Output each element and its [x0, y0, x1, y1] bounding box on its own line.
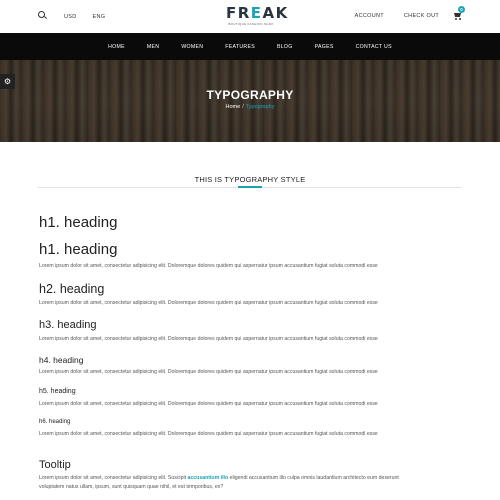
heading-h1: h1. heading: [39, 241, 118, 258]
nav-contact-us[interactable]: CONTACT US: [356, 44, 392, 50]
nav-men[interactable]: MEN: [147, 44, 159, 50]
currency-selector[interactable]: USD: [64, 14, 77, 20]
nav-home[interactable]: HOME: [108, 44, 125, 50]
heading-tooltip: Tooltip: [39, 459, 71, 471]
heading-h3: h3. heading: [39, 319, 97, 331]
paragraph: Lorem ipsum dolor sit amet, consectetur …: [39, 263, 378, 269]
heading-h5: h5. heading: [39, 388, 76, 395]
logo[interactable]: FREAK BOUTIQUE FASHION SHOP: [226, 6, 287, 27]
heading-h2: h2. heading: [39, 282, 105, 296]
gear-icon: ⚙: [3, 77, 12, 86]
main-nav: HOME MEN WOMEN FEATURES BLOG PAGES CONTA…: [0, 33, 500, 60]
top-bar: USD ENG FREAK BOUTIQUE FASHION SHOP ACCO…: [0, 0, 500, 33]
paragraph: Lorem ipsum dolor sit amet, consectetur …: [39, 401, 378, 407]
heading-h4: h4. heading: [39, 355, 84, 365]
nav-features[interactable]: FEATURES: [225, 44, 255, 50]
paragraph: Lorem ipsum dolor sit amet, consectetur …: [39, 431, 378, 437]
paragraph: Lorem ipsum dolor sit amet, consectetur …: [39, 336, 378, 342]
heading-h1: h1. heading: [39, 214, 118, 231]
settings-toggle[interactable]: ⚙: [0, 74, 15, 89]
breadcrumb-home[interactable]: Home: [226, 104, 241, 110]
tooltip-paragraph-line2: voluptatem natus ullam, ipsum, sunt quis…: [39, 484, 224, 490]
page-banner: TYPOGRAPHY Home / Typography: [0, 60, 500, 142]
section-divider-accent: [238, 186, 262, 188]
heading-h6: h6. heading: [39, 419, 71, 425]
section-title: THIS IS TYPOGRAPHY STYLE: [194, 175, 306, 184]
checkout-link[interactable]: CHECK OUT: [404, 13, 439, 19]
search-icon[interactable]: [38, 11, 50, 23]
cart-count-badge: 0: [458, 6, 465, 13]
page-title: TYPOGRAPHY: [206, 88, 294, 102]
nav-women[interactable]: WOMEN: [181, 44, 203, 50]
paragraph: Lorem ipsum dolor sit amet, consectetur …: [39, 300, 378, 306]
nav-pages[interactable]: PAGES: [315, 44, 334, 50]
tooltip-paragraph: Lorem ipsum dolor sit amet, consectetur …: [39, 475, 399, 481]
account-link[interactable]: ACCOUNT: [355, 13, 384, 19]
tooltip-link[interactable]: accusantium illo: [188, 475, 229, 481]
logo-tagline: BOUTIQUE FASHION SHOP: [228, 22, 274, 26]
language-selector[interactable]: ENG: [93, 14, 106, 20]
cart-icon[interactable]: 0: [453, 6, 465, 20]
breadcrumb-current: Typography: [245, 104, 275, 110]
nav-blog[interactable]: BLOG: [277, 44, 293, 50]
breadcrumb: Home / Typography: [225, 104, 275, 110]
paragraph: Lorem ipsum dolor sit amet, consectetur …: [39, 369, 378, 375]
